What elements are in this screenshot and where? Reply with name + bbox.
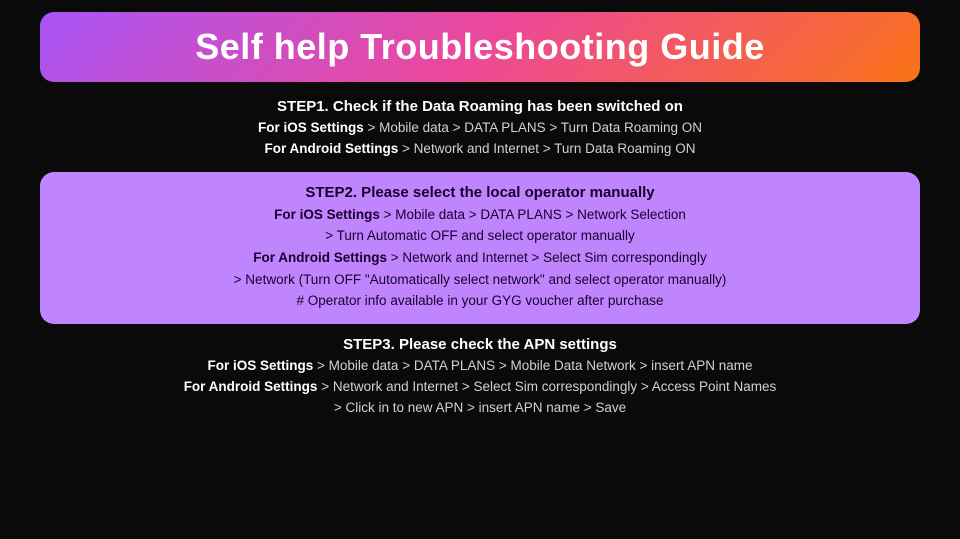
step1-android-label: For Android Settings xyxy=(265,141,399,156)
step1-heading: STEP1. Check if the Data Roaming has bee… xyxy=(40,98,920,115)
step1-ios-label: For iOS Settings xyxy=(258,120,364,135)
step2-line4: > Network (Turn OFF "Automatically selec… xyxy=(70,269,890,291)
step1-android-text: > Network and Internet > Turn Data Roami… xyxy=(398,141,695,156)
step1-line2: For Android Settings > Network and Inter… xyxy=(40,139,920,160)
step1-section: STEP1. Check if the Data Roaming has bee… xyxy=(40,98,920,160)
step3-ios-label: For iOS Settings xyxy=(208,358,314,373)
step2-line3: For Android Settings > Network and Inter… xyxy=(70,247,890,269)
step3-line2: For Android Settings > Network and Inter… xyxy=(40,377,920,398)
step2-android-text: > Network and Internet > Select Sim corr… xyxy=(387,250,707,265)
step2-line1: For iOS Settings > Mobile data > DATA PL… xyxy=(70,204,890,226)
step2-ios-label: For iOS Settings xyxy=(274,207,380,222)
step3-android-label: For Android Settings xyxy=(184,379,318,394)
step3-line3: > Click in to new APN > insert APN name … xyxy=(40,398,920,419)
step2-heading: STEP2. Please select the local operator … xyxy=(70,184,890,201)
step3-line1: For iOS Settings > Mobile data > DATA PL… xyxy=(40,356,920,377)
step1-ios-text: > Mobile data > DATA PLANS > Turn Data R… xyxy=(364,120,702,135)
step3-heading: STEP3. Please check the APN settings xyxy=(40,336,920,353)
step2-ios-text: > Mobile data > DATA PLANS > Network Sel… xyxy=(380,207,686,222)
step1-line1: For iOS Settings > Mobile data > DATA PL… xyxy=(40,118,920,139)
main-title: Self help Troubleshooting Guide xyxy=(195,26,765,67)
step3-section: STEP3. Please check the APN settings For… xyxy=(40,336,920,419)
step2-line2: > Turn Automatic OFF and select operator… xyxy=(70,225,890,247)
step2-section: STEP2. Please select the local operator … xyxy=(40,172,920,324)
step2-line5: # Operator info available in your GYG vo… xyxy=(70,290,890,312)
step3-ios-text: > Mobile data > DATA PLANS > Mobile Data… xyxy=(313,358,752,373)
title-banner: Self help Troubleshooting Guide xyxy=(40,12,920,82)
step2-android-label: For Android Settings xyxy=(253,250,387,265)
step3-android-text: > Network and Internet > Select Sim corr… xyxy=(317,379,776,394)
